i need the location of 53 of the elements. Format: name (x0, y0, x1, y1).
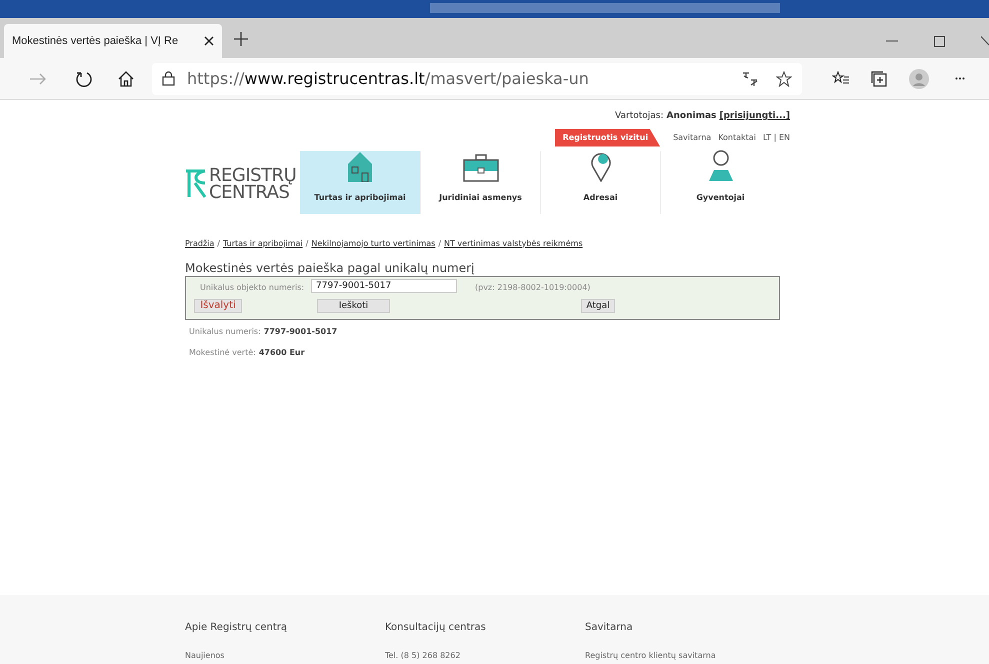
address-bar[interactable]: https://www.registrucentras.lt/masvert/paieska-un (152, 62, 802, 94)
example-hint: (pvz: 2198-8002-1019:0004) (475, 282, 590, 294)
minimize-icon[interactable] (886, 40, 898, 42)
header-link[interactable]: Kontaktai (718, 132, 756, 144)
user-name: Anonimas (666, 110, 716, 123)
result-value: 47600 Eur (258, 346, 305, 358)
result-value: 7797-9001-5017 (264, 326, 338, 338)
footer-link[interactable]: Tel. (8 5) 268 8262 (385, 650, 585, 662)
collections-icon[interactable] (871, 70, 887, 86)
logo-mark-icon (185, 169, 207, 199)
profile-avatar-icon[interactable] (909, 68, 929, 88)
back-button[interactable]: Atgal (581, 298, 615, 312)
breadcrumb-link[interactable]: Turtas ir apribojimai (222, 238, 303, 250)
logo-text: REGISTRŲ (209, 167, 296, 184)
header-link[interactable]: LT | EN (762, 132, 790, 144)
briefcase-icon (462, 154, 498, 182)
nav-tile[interactable]: Turtas ir apribojimai (300, 150, 420, 214)
breadcrumb-separator: / (217, 238, 220, 250)
breadcrumb-separator: / (438, 238, 442, 250)
close-icon[interactable] (204, 36, 214, 46)
form-title: Mokestinės vertės paieška pagal unikalų numerį (185, 260, 476, 274)
breadcrumb-separator: / (306, 238, 308, 250)
header-link[interactable]: Savitarna (673, 132, 712, 144)
footer-link[interactable]: Naujienos (185, 650, 385, 662)
home-icon[interactable] (118, 70, 134, 86)
user-label: Vartotojas: (615, 110, 664, 123)
breadcrumb-link[interactable]: NT vertinimas valstybės reikmėms (444, 238, 583, 250)
browser-tab[interactable]: Mokestinės vertės paieška | VĮ Re (4, 24, 222, 58)
registrucentras-logo[interactable]: REGISTRŲ CENTRAS (185, 150, 300, 214)
new-tab-icon[interactable] (234, 32, 248, 46)
house-icon (348, 152, 372, 182)
footer-link[interactable]: Registrų centro klientų savitarna (585, 650, 785, 662)
result-label: Unikalus numeris: (189, 326, 261, 338)
footer-heading: Konsultacijų centras (385, 621, 487, 635)
search-button[interactable]: Ieškoti (317, 298, 390, 312)
maximize-icon[interactable] (934, 36, 945, 47)
logo-text: CENTRAS (209, 184, 290, 201)
object-number-field[interactable]: 7797-9001-5017 (311, 278, 457, 292)
clear-button[interactable]: Išvalyti (194, 298, 242, 312)
field-label: Unikalus objekto numeris: (200, 282, 304, 294)
refresh-icon[interactable] (76, 70, 92, 86)
star-icon[interactable] (776, 70, 792, 86)
footer-heading: Savitarna (585, 621, 634, 635)
url-text: https://www.registrucentras.lt/masvert/paieska-un (187, 68, 589, 90)
breadcrumb-link[interactable]: Pradžia (185, 238, 214, 250)
favorites-icon[interactable] (832, 71, 849, 86)
more-icon[interactable] (955, 77, 965, 80)
visit-registration-link[interactable]: Registruotis vizitui (554, 128, 660, 146)
lock-icon (162, 71, 175, 86)
result-label: Mokestinė vertė: (189, 346, 256, 358)
footer-heading: Apie Registrų centrą (185, 621, 288, 635)
login-link[interactable]: [prisijungti...] (719, 110, 790, 124)
breadcrumb-link[interactable]: Nekilnojamojo turto vertinimas (311, 238, 436, 250)
